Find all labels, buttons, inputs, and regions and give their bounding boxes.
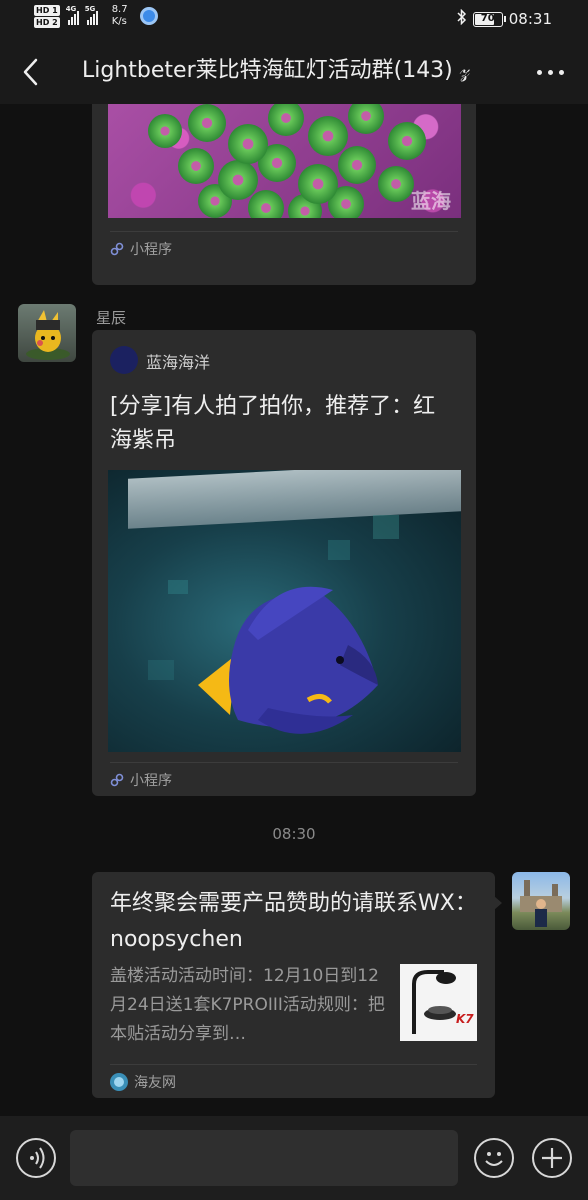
card-title: [分享]有人拍了拍你，推荐了：红海紫吊 (110, 394, 436, 453)
status-bar: HD 1 HD 2 4G 5G 8.7 K/s 70 08:31 (0, 0, 588, 40)
message-input[interactable] (70, 1130, 458, 1186)
publisher-name: 蓝海海洋 (146, 353, 211, 372)
speed-unit: K/s (111, 16, 127, 27)
sender-name: 星辰 (96, 309, 127, 327)
anemone-shape (378, 166, 414, 202)
message-timestamp: 08:30 (272, 825, 316, 843)
anemone-shape (308, 116, 348, 156)
bluetooth-icon (457, 8, 467, 29)
link-description: 盖楼活动活动时间：12月10日到12月24日送1套K7PROIII活动规则：把本… (110, 966, 385, 1044)
network-speed: 8.7 K/s (112, 4, 128, 28)
speed-value: 8.7 (111, 4, 128, 15)
fish-image (108, 470, 461, 752)
network-type-2: 5G (84, 5, 96, 13)
back-button[interactable] (16, 54, 46, 90)
battery-icon: 70 (472, 11, 506, 27)
emoji-button[interactable] (474, 1138, 514, 1178)
app-notification-icon (139, 7, 158, 25)
link-card[interactable]: 年终聚会需要产品赞助的请联系WX：noopsychen 盖楼活动活动时间：12月… (92, 872, 502, 1098)
status-time: 08:31 (508, 10, 552, 28)
chat-title: Lightbeter莱比特海缸灯活动群(143) 𝓏 (82, 58, 470, 83)
network-type-1: 4G (65, 5, 77, 13)
plus-icon (542, 1148, 562, 1168)
anemone-shape (268, 104, 304, 136)
coral-image: 蓝海 (108, 104, 461, 218)
voice-icon (30, 1147, 45, 1169)
thumb-brand: K7 (456, 1012, 474, 1026)
sim1-badge: HD 1 (34, 4, 60, 16)
status-left: HD 1 HD 2 4G 5G 8.7 K/s (34, 4, 158, 28)
mini-program-footer: 小程序 (110, 231, 458, 265)
emoji-icon (485, 1152, 503, 1166)
link-footer: 海友网 (110, 1064, 477, 1098)
mini-program-card[interactable]: 蓝海 小程序 (92, 104, 476, 285)
anemone-shape (218, 160, 258, 200)
anemone-shape (248, 190, 284, 218)
anemone-shape (298, 164, 338, 204)
chevron-left-icon (23, 58, 38, 86)
signal-1-icon: 4G (65, 5, 79, 25)
mini-program-label: 小程序 (130, 772, 172, 789)
mini-program-label: 小程序 (130, 241, 172, 258)
battery-percent: 70 (480, 12, 495, 24)
link-icon (110, 773, 124, 786)
anemone-shape (228, 124, 268, 164)
more-dots-icon (537, 70, 542, 75)
plus-button[interactable] (532, 1138, 572, 1178)
anemone-shape (338, 146, 376, 184)
anemone-shape (178, 148, 214, 184)
link-title: 年终聚会需要产品赞助的请联系WX：noopsychen (110, 891, 477, 952)
mini-program-footer: 小程序 (110, 762, 458, 796)
message-list[interactable]: 蓝海 小程序 星辰 蓝海海洋 [分享]有人拍了拍你，推荐了：红海紫吊 小程序 0… (0, 104, 588, 1116)
input-bar (0, 1116, 588, 1200)
anemone-shape (188, 104, 226, 142)
my-avatar[interactable] (512, 872, 570, 930)
publisher-logo (110, 346, 138, 374)
signal-2-icon: 5G (84, 5, 98, 25)
status-right: 70 08:31 (457, 8, 552, 29)
link-source: 海友网 (134, 1074, 176, 1091)
avatar[interactable] (18, 304, 76, 362)
voice-button[interactable] (16, 1138, 56, 1178)
link-thumbnail: K7 (400, 964, 477, 1041)
site-icon (110, 1072, 128, 1091)
link-icon (110, 242, 124, 255)
more-button[interactable] (537, 70, 564, 75)
anemone-shape (388, 122, 426, 160)
sim2-badge: HD 2 (34, 16, 60, 28)
anemone-shape (148, 114, 182, 148)
chat-header: Lightbeter莱比特海缸灯活动群(143) 𝓏 (0, 40, 588, 104)
image-watermark: 蓝海 (411, 189, 451, 213)
mini-program-card[interactable]: 蓝海海洋 [分享]有人拍了拍你，推荐了：红海紫吊 小程序 (92, 330, 476, 796)
sim-indicators: HD 1 HD 2 (34, 4, 60, 28)
anemone-shape (348, 104, 384, 134)
